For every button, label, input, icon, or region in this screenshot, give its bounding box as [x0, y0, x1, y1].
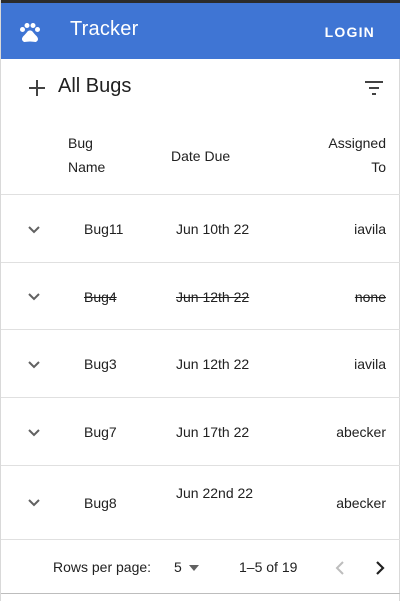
- pagination-range: 1–5 of 19: [239, 559, 298, 575]
- table-row[interactable]: Bug8 Jun 22nd 22 abecker: [1, 467, 400, 540]
- arrow-drop-down-icon: [189, 565, 199, 571]
- bug-date-due: Jun 12th 22: [176, 289, 250, 305]
- bug-date-due: Jun 12th 22: [176, 356, 250, 372]
- app-bar: Tracker LOGIN: [1, 3, 400, 59]
- bug-date-due: Jun 17th 22: [176, 424, 250, 440]
- bug-name: Bug11: [84, 221, 124, 237]
- login-button[interactable]: LOGIN: [325, 24, 375, 40]
- section-title: All Bugs: [58, 75, 132, 97]
- paw-icon: [20, 23, 40, 43]
- bug-date-due: Jun 10th 22: [176, 221, 250, 237]
- app-window: Tracker LOGIN All Bugs Bug Name Date Due…: [0, 0, 400, 601]
- chevron-down-icon[interactable]: [27, 292, 41, 302]
- bug-date-due: Jun 22nd 22: [176, 485, 254, 501]
- header-assigned-line2: To: [371, 159, 386, 175]
- chevron-right-icon[interactable]: [373, 558, 387, 578]
- chevron-down-icon[interactable]: [27, 225, 41, 235]
- bug-name: Bug3: [84, 356, 117, 372]
- bug-name: Bug7: [84, 424, 117, 440]
- app-title: Tracker: [70, 18, 139, 40]
- rows-per-page-label: Rows per page:: [53, 559, 152, 575]
- filter-list-icon[interactable]: [363, 78, 385, 98]
- rows-per-page-value: 5: [174, 559, 182, 575]
- bug-assigned-to: iavila: [354, 356, 386, 372]
- table-toolbar: All Bugs: [1, 59, 400, 121]
- rows-per-page-select[interactable]: 5: [174, 558, 204, 578]
- column-header-assigned-to[interactable]: Assigned To: [328, 131, 386, 179]
- header-name-line1: Bug: [68, 135, 93, 151]
- plus-icon[interactable]: [27, 78, 47, 98]
- column-header-bug-name[interactable]: Bug Name: [68, 131, 148, 179]
- table-row[interactable]: Bug7 Jun 17th 22 abecker: [1, 399, 400, 466]
- table-row[interactable]: Bug11 Jun 10th 22 iavila: [1, 196, 400, 263]
- chevron-left-icon[interactable]: [333, 558, 347, 578]
- table-pagination: Rows per page: 5 1–5 of 19: [1, 540, 400, 594]
- table-header: Bug Name Date Due Assigned To: [1, 121, 400, 195]
- chevron-down-icon[interactable]: [27, 498, 41, 508]
- bug-assigned-to: iavila: [354, 221, 386, 237]
- table-row[interactable]: Bug3 Jun 12th 22 iavila: [1, 331, 400, 398]
- table-row[interactable]: Bug4 Jun 12th 22 none: [1, 264, 400, 330]
- header-name-line2: Name: [68, 159, 106, 175]
- column-header-date-due[interactable]: Date Due: [171, 144, 230, 168]
- bug-name: Bug4: [84, 289, 117, 305]
- bug-assigned-to: none: [354, 289, 386, 305]
- bug-name: Bug8: [84, 495, 117, 511]
- chevron-down-icon[interactable]: [27, 428, 41, 438]
- chevron-down-icon[interactable]: [27, 360, 41, 370]
- bug-assigned-to: abecker: [336, 424, 386, 440]
- bug-assigned-to: abecker: [336, 495, 386, 511]
- header-assigned-line1: Assigned: [328, 135, 386, 151]
